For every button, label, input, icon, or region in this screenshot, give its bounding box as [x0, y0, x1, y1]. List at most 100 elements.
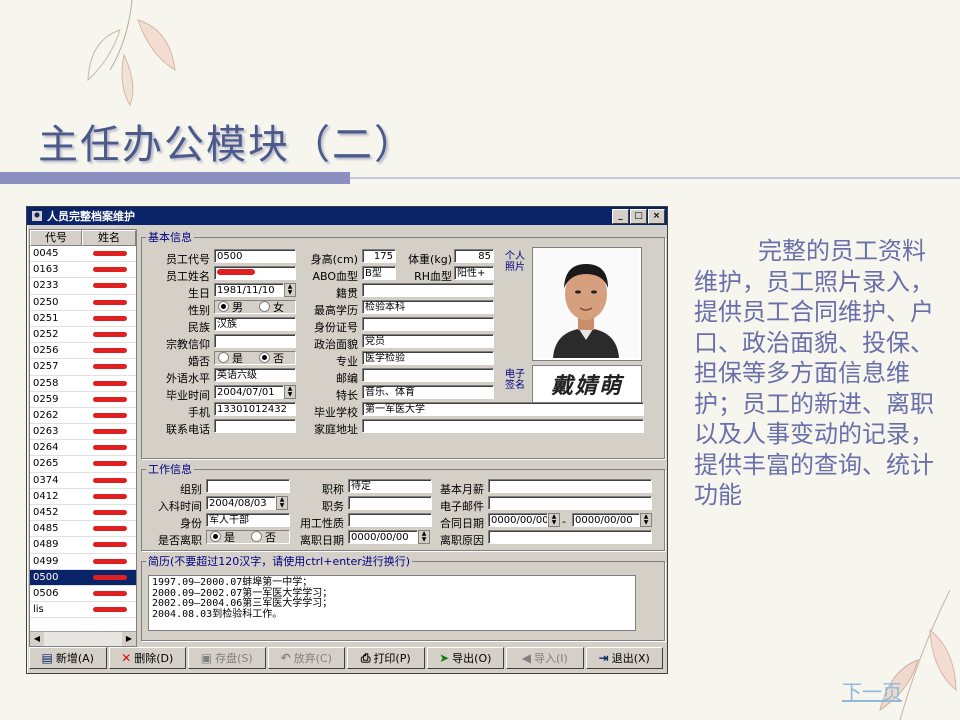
leave-date-field[interactable]: 0000/00/00: [348, 530, 418, 544]
leave-reason-field[interactable]: [488, 530, 652, 544]
emp-code-field[interactable]: 0500: [214, 249, 296, 263]
contract-from-field[interactable]: 0000/00/00: [488, 513, 548, 527]
employee-photo[interactable]: [532, 247, 642, 361]
join-spinner[interactable]: ▲ ▼: [276, 496, 288, 510]
school-field[interactable]: 第一军医大学: [362, 402, 644, 416]
grad-time-spinner[interactable]: ▲ ▼: [284, 385, 296, 399]
list-item[interactable]: 0263: [30, 424, 136, 441]
print-button[interactable]: ⎙ 打印(P): [347, 647, 425, 669]
resigned-no-label: 否: [265, 531, 276, 544]
col-name-header[interactable]: 姓名: [82, 230, 136, 246]
native-label: 籍贯: [336, 287, 358, 300]
close-button[interactable]: ×: [648, 208, 665, 224]
list-item[interactable]: 0452: [30, 505, 136, 522]
next-page-link[interactable]: 下一页: [842, 676, 902, 705]
list-item-name-redacted: [87, 311, 136, 326]
add-button[interactable]: ▤ 新增(A): [29, 647, 107, 669]
abo-field[interactable]: B型: [362, 266, 396, 280]
contract-from-spinner[interactable]: ▲ ▼: [548, 513, 560, 527]
weight-field[interactable]: 85: [454, 249, 494, 263]
list-item[interactable]: 0233: [30, 278, 136, 295]
id-field[interactable]: [362, 317, 494, 331]
religion-field[interactable]: [214, 334, 296, 348]
cancel-button[interactable]: ↶ 放弃(C): [267, 647, 345, 669]
resigned-yes-radio[interactable]: 是: [210, 531, 235, 543]
import-button[interactable]: ◀ 导入(I): [506, 647, 584, 669]
list-item-name-redacted: [87, 376, 136, 391]
list-item-code: 0374: [33, 474, 59, 486]
list-item[interactable]: 0265: [30, 456, 136, 473]
list-item[interactable]: 0045: [30, 246, 136, 263]
list-item[interactable]: 0262: [30, 408, 136, 425]
list-item[interactable]: 0499: [30, 554, 136, 570]
signature-box[interactable]: 戴婧萌: [532, 365, 642, 403]
married-yes-radio[interactable]: 是: [218, 352, 243, 364]
save-button[interactable]: ▣ 存盘(S): [188, 647, 266, 669]
major-field[interactable]: 医学检验: [362, 351, 494, 365]
resume-textarea[interactable]: 1997.09—2000.07蚌埠第一中学； 2000.09—2002.07第一…: [148, 575, 636, 631]
emp-type-field[interactable]: [348, 513, 432, 527]
contract-to-spinner[interactable]: ▲ ▼: [640, 513, 652, 527]
group-field[interactable]: [206, 479, 290, 493]
gender-male-radio[interactable]: 男: [218, 301, 243, 313]
maximize-button[interactable]: □: [630, 208, 647, 224]
grad-time-field[interactable]: 2004/07/01: [214, 385, 284, 399]
married-no-radio[interactable]: 否: [259, 352, 284, 364]
identity-field[interactable]: 军人干部: [206, 513, 290, 527]
height-field[interactable]: 175: [362, 249, 396, 263]
list-item[interactable]: 0251: [30, 311, 136, 327]
minimize-button[interactable]: _: [612, 208, 629, 224]
lang-field[interactable]: 英语六级: [214, 368, 296, 382]
email-field[interactable]: [488, 496, 652, 510]
list-item[interactable]: 0257: [30, 359, 136, 376]
export-button[interactable]: ➤ 导出(O): [426, 647, 504, 669]
birth-field[interactable]: 1981/11/10: [214, 283, 284, 297]
join-label: 入科时间: [158, 500, 202, 513]
list-item[interactable]: 0256: [30, 343, 136, 360]
address-field[interactable]: [362, 419, 644, 433]
phone-field[interactable]: [214, 419, 296, 433]
leave-date-spinner[interactable]: ▲ ▼: [418, 530, 430, 544]
delete-button[interactable]: ✕ 删除(D): [108, 647, 186, 669]
col-code-header[interactable]: 代号: [30, 230, 82, 246]
title-field[interactable]: 待定: [348, 479, 432, 493]
mobile-field[interactable]: 13301012432: [214, 402, 296, 416]
list-item[interactable]: 0259: [30, 392, 136, 408]
list-item[interactable]: 0250: [30, 295, 136, 311]
window-titlebar[interactable]: 人员完整档案维护 _ □ ×: [27, 207, 667, 225]
list-item[interactable]: 0500: [30, 569, 136, 586]
salary-field[interactable]: [488, 479, 652, 493]
list-item[interactable]: 0412: [30, 489, 136, 505]
ethnic-field[interactable]: 汉族: [214, 317, 296, 331]
list-item[interactable]: 0163: [30, 262, 136, 279]
list-item[interactable]: 0264: [30, 440, 136, 457]
exit-button[interactable]: ⇥ 退出(X): [585, 647, 663, 669]
resigned-no-radio[interactable]: 否: [251, 531, 276, 544]
emp-name-field[interactable]: [214, 266, 296, 280]
contract-to-field[interactable]: 0000/00/00: [572, 513, 640, 527]
employee-list[interactable]: 代号 姓名 0045 0163 0233 0250 0251 0252 0256 0257 02…: [29, 229, 137, 647]
scroll-track[interactable]: [44, 632, 122, 646]
scroll-left-icon[interactable]: ◀: [30, 632, 44, 646]
list-item[interactable]: 0258: [30, 376, 136, 392]
duty-field[interactable]: [348, 496, 432, 510]
list-item[interactable]: 0485: [30, 521, 136, 538]
list-item[interactable]: 0374: [30, 473, 136, 489]
list-item[interactable]: lis: [30, 602, 136, 619]
identity-label: 身份: [180, 517, 202, 530]
list-item[interactable]: 0252: [30, 327, 136, 344]
postcode-field[interactable]: [362, 368, 494, 382]
scroll-right-icon[interactable]: ▶: [122, 632, 136, 646]
political-field[interactable]: 党员: [362, 334, 494, 348]
speciality-field[interactable]: 音乐、体育: [362, 385, 494, 399]
edu-field[interactable]: 检验本科: [362, 300, 494, 314]
horizontal-scrollbar[interactable]: ◀ ▶: [30, 631, 136, 646]
list-item[interactable]: 0489: [30, 537, 136, 554]
list-item[interactable]: 0506: [30, 586, 136, 603]
birth-spinner[interactable]: ▲ ▼: [284, 283, 296, 297]
native-field[interactable]: [362, 283, 494, 297]
signature-text: 戴婧萌: [550, 373, 623, 399]
join-field[interactable]: 2004/08/03: [206, 496, 276, 510]
gender-female-radio[interactable]: 女: [259, 301, 284, 313]
rh-field[interactable]: 阳性+: [454, 266, 494, 280]
